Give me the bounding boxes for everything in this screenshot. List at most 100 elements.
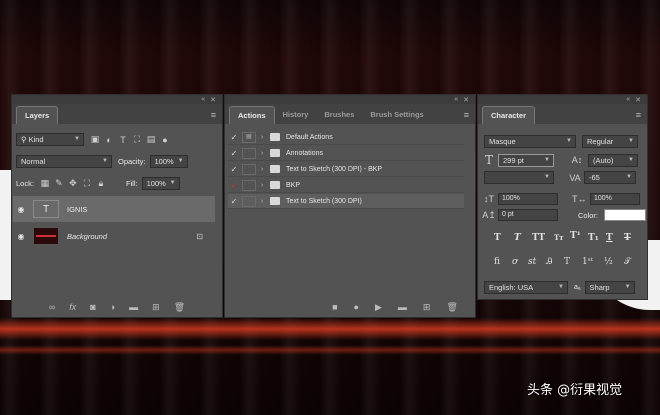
font-style-select[interactable]: Regular ▼ — [582, 135, 638, 148]
tab-brushes[interactable]: Brushes — [316, 106, 362, 124]
eye-icon[interactable]: ◉ — [13, 205, 29, 214]
font-size-field[interactable]: 299 pt ▼ — [498, 153, 554, 167]
color-label: Color: — [578, 210, 599, 220]
new-set-icon[interactable]: ▬ — [398, 302, 407, 312]
new-layer-icon[interactable]: ⊞ — [152, 302, 160, 313]
layer-row-ignis[interactable]: ◉ T IGNIS — [13, 196, 215, 222]
lock-artboard-icon[interactable]: ⛶ — [80, 178, 94, 189]
check-icon[interactable]: ✓ — [228, 165, 240, 174]
dialog-toggle-icon[interactable] — [242, 195, 256, 207]
collapse-icon[interactable]: « — [201, 96, 205, 103]
adjustment-layer-icon[interactable]: ◑ — [110, 302, 115, 312]
chevron-right-icon[interactable]: › — [256, 134, 268, 141]
new-group-icon[interactable]: ▬ — [129, 302, 138, 312]
horizontal-scale-field[interactable]: 100% — [590, 193, 640, 205]
collapse-icon[interactable]: « — [454, 96, 458, 103]
tab-character[interactable]: Character — [482, 106, 536, 124]
stop-icon[interactable]: ■ — [332, 302, 337, 312]
fractions-icon[interactable]: ½ — [604, 257, 613, 267]
filter-adjustment-icon[interactable]: ◐ — [102, 135, 116, 145]
faux-bold-icon[interactable]: T — [494, 233, 501, 243]
check-icon[interactable]: ✓ — [228, 181, 240, 190]
filter-toggle-icon[interactable]: ● — [158, 135, 172, 145]
leading-field[interactable]: (Auto) ▼ — [588, 153, 638, 167]
tab-actions[interactable]: Actions — [229, 106, 275, 124]
folder-icon — [270, 133, 280, 141]
close-icon[interactable]: ✕ — [210, 96, 216, 104]
lock-all-icon[interactable]: 🔒︎ — [94, 178, 108, 189]
small-caps-icon[interactable]: Tт — [554, 233, 564, 242]
antialias-select[interactable]: Sharp ▼ — [584, 281, 635, 294]
delete-layer-icon[interactable]: 🗑︎ — [174, 302, 185, 313]
titling-icon[interactable]: T — [564, 257, 570, 267]
tab-layers[interactable]: Layers — [16, 106, 59, 124]
delete-action-icon[interactable]: 🗑︎ — [446, 302, 457, 313]
layers-panel: «✕ Layers ≡ ⚲ Kind ▼ ▣ ◐ T ⛶ ▤ ● Normal ▼ … — [11, 94, 223, 318]
eye-icon[interactable]: ◉ — [13, 232, 29, 241]
filter-shape-icon[interactable]: ⛶ — [130, 134, 144, 145]
chevron-right-icon[interactable]: › — [256, 182, 268, 189]
record-icon[interactable]: ● — [354, 302, 359, 312]
language-select[interactable]: English: USA ▼ — [484, 281, 568, 294]
filter-smartobject-icon[interactable]: ▤ — [144, 134, 158, 145]
strikethrough-icon[interactable]: T — [624, 233, 631, 243]
opacity-field[interactable]: 100% ▼ — [149, 155, 188, 168]
swash-icon[interactable]: st — [528, 257, 536, 267]
check-icon[interactable]: ✓ — [228, 197, 240, 206]
action-row[interactable]: ✓ › BKP — [228, 178, 464, 193]
chevron-right-icon[interactable]: › — [256, 198, 268, 205]
blend-mode-select[interactable]: Normal ▼ — [16, 155, 112, 168]
lock-transparent-icon[interactable]: ▦ — [38, 178, 52, 189]
action-row[interactable]: ✓ › Annotations — [228, 146, 464, 161]
panel-menu-icon[interactable]: ≡ — [211, 106, 216, 124]
filter-kind-select[interactable]: ⚲ Kind ▼ — [16, 133, 84, 146]
baseline-shift-field[interactable]: 0 pt — [498, 209, 558, 221]
panel-menu-icon[interactable]: ≡ — [464, 106, 469, 124]
faux-italic-icon[interactable]: T — [514, 233, 521, 243]
collapse-icon[interactable]: « — [626, 96, 630, 103]
tab-brush-settings[interactable]: Brush Settings — [362, 106, 431, 124]
all-caps-icon[interactable]: TT — [532, 233, 545, 243]
underline-icon[interactable]: T — [606, 233, 613, 243]
character-tabs: Character ≡ — [478, 104, 647, 124]
chevron-right-icon[interactable]: › — [256, 166, 268, 173]
old-style-icon[interactable]: ơ — [512, 257, 517, 267]
action-row[interactable]: ✓ ▤ › Default Actions — [228, 130, 464, 145]
dialog-toggle-icon[interactable]: ▤ — [242, 131, 256, 143]
lock-brush-icon[interactable]: ✎ — [52, 178, 66, 189]
subscript-icon[interactable]: T₁ — [588, 233, 599, 243]
scale-row: ↕T 100% T↔ 100% — [482, 193, 640, 205]
dialog-toggle-icon[interactable] — [242, 147, 256, 159]
layer-mask-icon[interactable]: ◙ — [90, 302, 95, 312]
superscript-icon[interactable]: T¹ — [570, 231, 581, 241]
tab-history[interactable]: History — [275, 106, 317, 124]
filter-pixel-icon[interactable]: ▣ — [88, 134, 102, 145]
play-icon[interactable]: ▶ — [375, 302, 382, 313]
close-icon[interactable]: ✕ — [463, 96, 469, 104]
alternates-icon[interactable]: Ꭿ — [546, 257, 553, 267]
lock-move-icon[interactable]: ✥ — [66, 178, 80, 189]
new-action-icon[interactable]: ⊞ — [423, 302, 431, 313]
close-icon[interactable]: ✕ — [635, 96, 641, 104]
ligature-icon[interactable]: fi — [494, 257, 500, 267]
filter-type-icon[interactable]: T — [116, 135, 130, 145]
tracking-field[interactable]: -65 ▼ — [584, 171, 636, 184]
vertical-scale-field[interactable]: 100% — [498, 193, 558, 205]
ordinals-icon[interactable]: 1ˢᵗ — [582, 257, 593, 267]
kerning-field[interactable]: ▼ — [484, 171, 554, 184]
link-layers-icon[interactable]: ∞ — [49, 302, 55, 312]
fx-button[interactable]: fx — [69, 302, 76, 312]
chevron-right-icon[interactable]: › — [256, 150, 268, 157]
panel-menu-icon[interactable]: ≡ — [636, 106, 641, 124]
action-row[interactable]: ✓ › Text to Sketch (300 DPI) — [228, 194, 464, 209]
check-icon[interactable]: ✓ — [228, 133, 240, 142]
dialog-toggle-icon[interactable] — [242, 163, 256, 175]
font-family-select[interactable]: Masque ▼ — [484, 135, 576, 148]
layer-row-background[interactable]: ◉ Background ⊡ — [13, 223, 215, 249]
dialog-toggle-icon[interactable] — [242, 179, 256, 191]
fill-field[interactable]: 100% ▼ — [141, 177, 180, 190]
text-color-swatch[interactable] — [604, 209, 647, 221]
action-row[interactable]: ✓ › Text to Sketch (300 DPI) - BKP — [228, 162, 464, 177]
stylistic-icon[interactable]: 𝒯 — [624, 257, 631, 267]
check-icon[interactable]: ✓ — [228, 149, 240, 158]
